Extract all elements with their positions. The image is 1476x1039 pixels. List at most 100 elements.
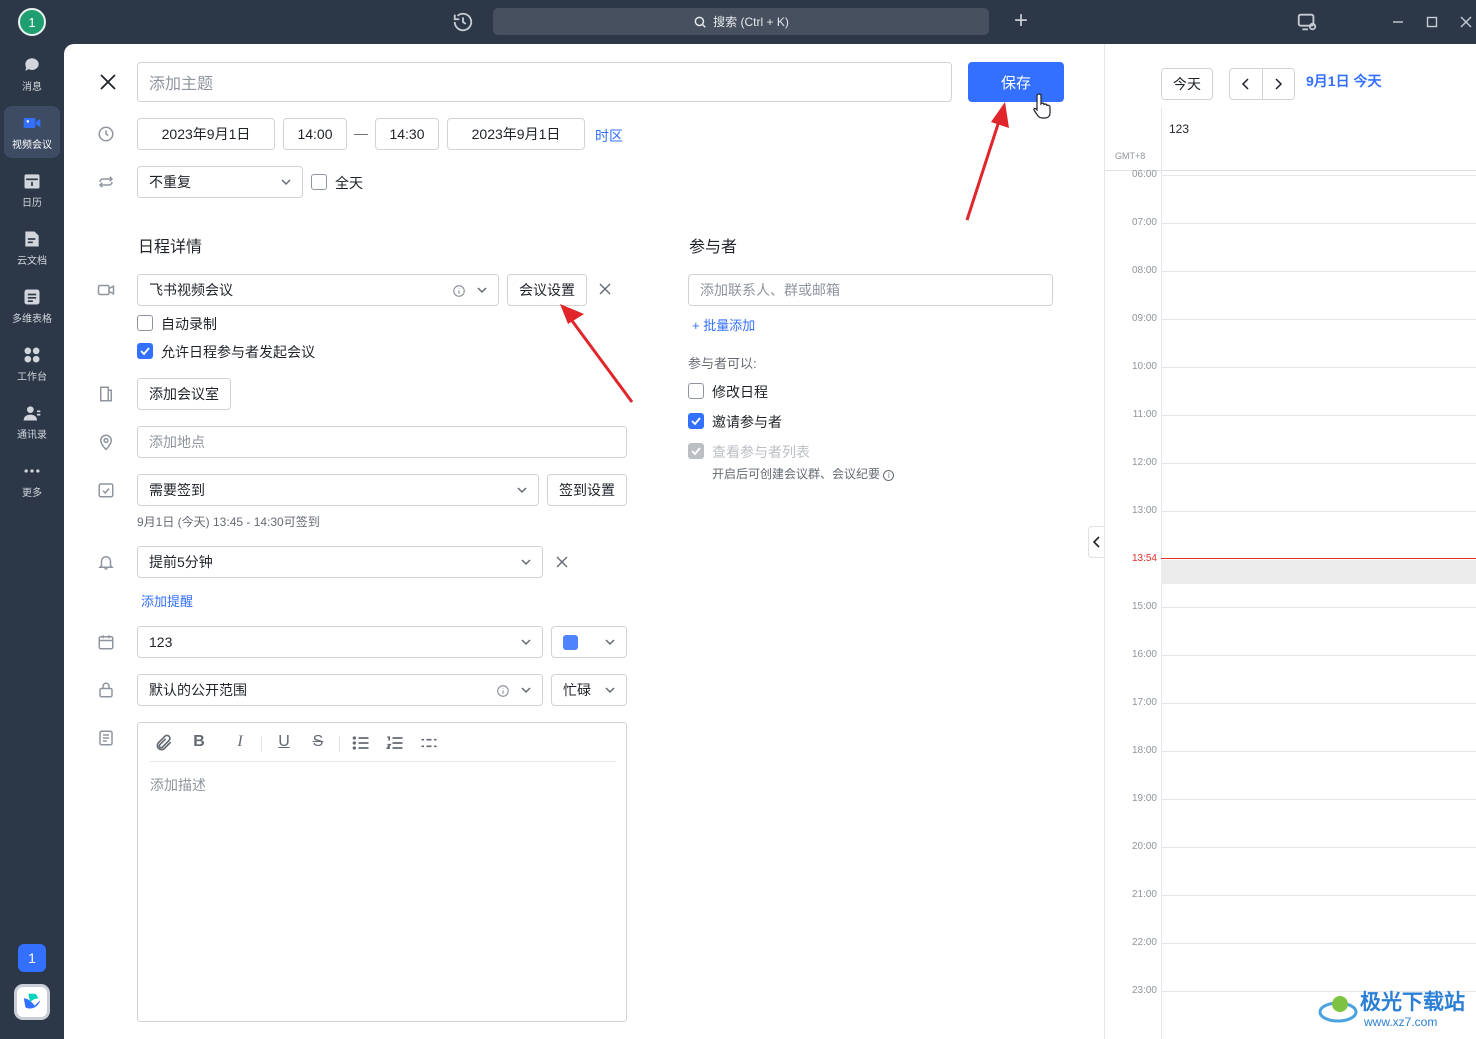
timezone-link[interactable]: 时区 (595, 126, 623, 146)
perm-modify-checkbox[interactable] (688, 383, 704, 399)
attendee-input[interactable]: 添加联系人、群或邮箱 (688, 274, 1053, 306)
rail-label: 多维表格 (12, 314, 52, 325)
description-editor[interactable]: B I U S 添加描述 (137, 722, 627, 1022)
allow-start-checkbox[interactable] (137, 343, 153, 359)
add-room-button[interactable]: 添加会议室 (137, 378, 231, 410)
remove-reminder-icon[interactable] (555, 555, 569, 569)
chevron-down-icon (521, 687, 531, 694)
app-logo-icon[interactable] (14, 984, 50, 1020)
end-time-field[interactable]: 14:30 (375, 118, 439, 150)
busy-value: 忙碌 (563, 682, 591, 698)
maximize-icon[interactable] (1421, 11, 1443, 33)
check-icon (691, 417, 701, 426)
checkin-note: 9月1日 (今天) 13:45 - 14:30可签到 (137, 515, 320, 529)
visibility-select[interactable]: 默认的公开范围 (137, 674, 543, 706)
hour-line (1161, 511, 1476, 512)
calendar-select[interactable]: 123 (137, 626, 543, 658)
start-date-field[interactable]: 2023年9月1日 (137, 118, 275, 150)
check-icon (140, 347, 150, 356)
reminder-select[interactable]: 提前5分钟 (137, 546, 543, 578)
close-window-icon[interactable] (1455, 11, 1476, 33)
current-time-label: 13:54 (1131, 553, 1157, 564)
description-placeholder: 添加描述 (150, 777, 206, 793)
collapse-handle[interactable] (1088, 526, 1105, 558)
search-icon (694, 16, 706, 28)
new-tab-button[interactable]: + (1010, 9, 1032, 35)
bold-icon[interactable]: B (189, 731, 209, 753)
info-icon[interactable] (496, 684, 510, 698)
allday-checkbox[interactable] (311, 174, 327, 190)
user-avatar[interactable]: 1 (18, 8, 46, 36)
close-icon[interactable] (98, 72, 118, 92)
rail-item-docs[interactable]: 云文档 (4, 222, 60, 274)
rail-item-video-meeting[interactable]: 视频会议 (4, 106, 60, 158)
allday-label: 全天 (335, 175, 363, 191)
repeat-select[interactable]: 不重复 (137, 166, 303, 198)
perm-invite-checkbox[interactable] (688, 413, 704, 429)
history-icon[interactable] (452, 11, 474, 33)
checkin-settings-button[interactable]: 签到设置 (547, 474, 627, 506)
perm-note: 开启后可创建会议群、会议纪要 i (712, 465, 895, 482)
event-preview-block[interactable] (1161, 560, 1476, 584)
underline-icon[interactable]: U (274, 731, 294, 753)
nav-arrows (1229, 68, 1295, 100)
chevron-down-icon (521, 559, 531, 566)
perm-view-label: 查看参与者列表 (712, 444, 810, 460)
hour-label: 11:00 (1132, 409, 1157, 420)
info-icon[interactable] (452, 284, 466, 298)
rail-label: 消息 (22, 82, 42, 93)
attachment-icon[interactable] (154, 733, 174, 753)
italic-icon[interactable]: I (230, 731, 250, 753)
contacts-icon (23, 406, 41, 421)
search-label: 搜索 (Ctrl + K) (713, 15, 789, 29)
toolbar-separator (339, 736, 340, 752)
rail-label: 云文档 (17, 256, 47, 267)
color-select[interactable] (551, 626, 627, 658)
hour-line (1161, 847, 1476, 848)
rail-item-bitable[interactable]: 多维表格 (4, 280, 60, 332)
calendar-icon (24, 174, 40, 189)
meeting-type-select[interactable]: 飞书视频会议 (137, 274, 499, 306)
title-input[interactable]: 添加主题 (137, 62, 952, 102)
hour-label: 15:00 (1131, 601, 1157, 612)
hour-label: 06:00 (1131, 169, 1157, 180)
hour-line (1161, 655, 1476, 656)
rail-item-contacts[interactable]: 通讯录 (4, 396, 60, 448)
toolbox-icon[interactable] (1296, 11, 1318, 33)
divider-icon[interactable] (419, 733, 439, 753)
strikethrough-icon[interactable]: S (308, 731, 328, 753)
today-button[interactable]: 今天 (1161, 68, 1213, 100)
toolbar-separator (261, 736, 262, 752)
toolbar-divider (150, 761, 616, 762)
rail-item-more[interactable]: 更多 (4, 454, 60, 506)
reminder-value: 提前5分钟 (149, 554, 213, 570)
auto-record-checkbox[interactable] (137, 315, 153, 331)
rail-item-messages[interactable]: 消息 (4, 48, 60, 100)
rail-badge[interactable]: 1 (18, 944, 46, 972)
hour-label: 16:00 (1131, 649, 1157, 660)
checkin-select[interactable]: 需要签到 (137, 474, 539, 506)
hour-label: 17:00 (1131, 697, 1157, 708)
rail-item-calendar[interactable]: 日历 (4, 164, 60, 216)
location-input[interactable]: 添加地点 (137, 426, 627, 458)
next-day-icon[interactable] (1263, 69, 1295, 99)
global-search[interactable]: 搜索 (Ctrl + K) (493, 8, 989, 35)
numbered-list-icon[interactable] (385, 733, 405, 753)
bulk-add-link[interactable]: + 批量添加 (692, 315, 755, 334)
hour-line (1161, 799, 1476, 800)
start-time-field[interactable]: 14:00 (283, 118, 347, 150)
rail-label: 通讯录 (17, 430, 47, 441)
bullet-list-icon[interactable] (351, 733, 371, 753)
rail-item-workplace[interactable]: 工作台 (4, 338, 60, 390)
hour-line (1161, 367, 1476, 368)
chevron-down-icon (517, 487, 527, 494)
busy-select[interactable]: 忙碌 (551, 674, 627, 706)
end-date-field[interactable]: 2023年9月1日 (447, 118, 585, 150)
location-placeholder: 添加地点 (149, 434, 205, 450)
prev-day-icon[interactable] (1230, 69, 1263, 99)
add-reminder-link[interactable]: 添加提醒 (141, 591, 193, 610)
checkin-value: 需要签到 (149, 482, 205, 498)
minimize-icon[interactable] (1387, 11, 1409, 33)
chevron-down-icon (605, 687, 615, 694)
auto-record-label: 自动录制 (161, 316, 217, 332)
